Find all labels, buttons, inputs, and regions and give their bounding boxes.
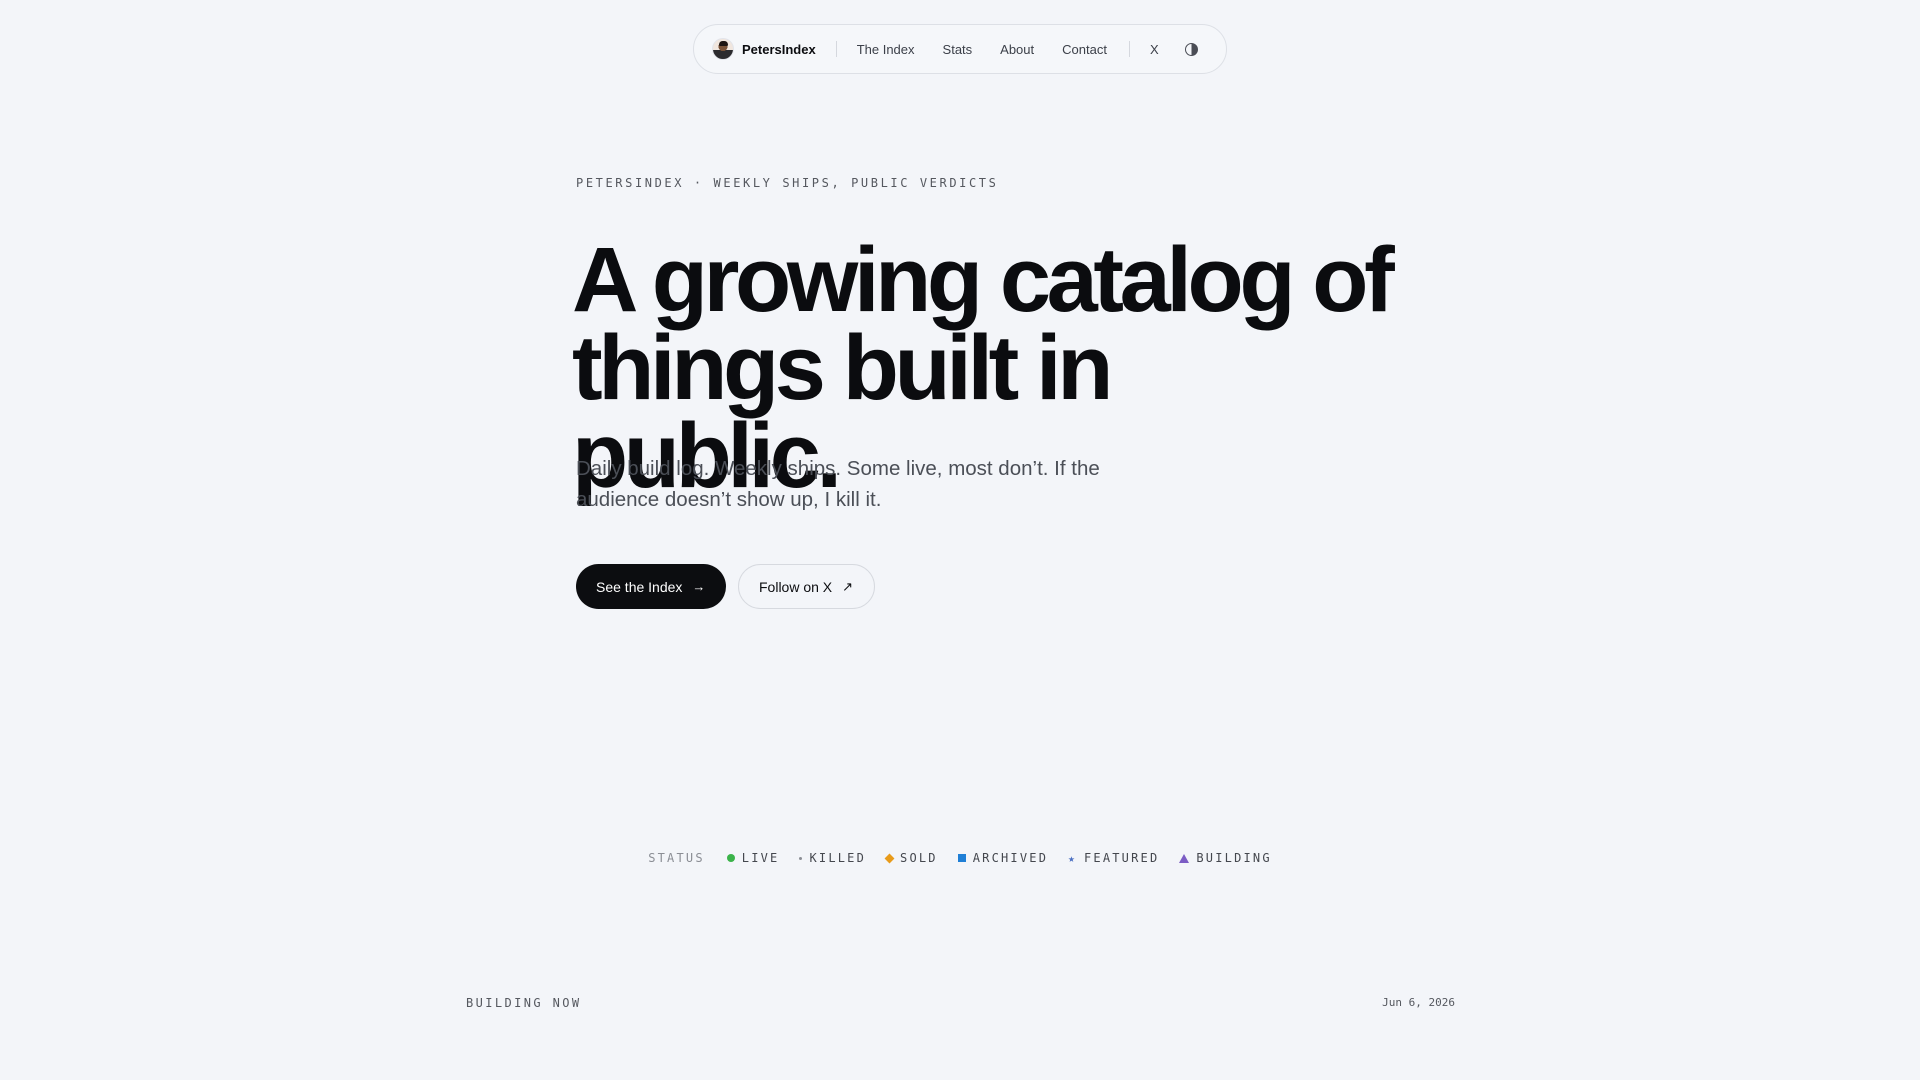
- legend-label: ARCHIVED: [972, 851, 1049, 865]
- section-label: BUILDING NOW: [466, 996, 582, 1010]
- legend-label: SOLD: [900, 851, 938, 865]
- nav-links: The Index Stats About Contact: [857, 42, 1107, 57]
- nav-link-the-index[interactable]: The Index: [857, 42, 915, 57]
- legend-label: FEATURED: [1083, 851, 1160, 865]
- green-dot-icon: [726, 854, 735, 862]
- x-link[interactable]: X: [1150, 42, 1159, 57]
- status-legend: STATUS LIVE KILLED SOLD ARCHIVED ★ FEATU…: [0, 851, 1920, 865]
- legend-item-killed: KILLED: [799, 851, 866, 865]
- diamond-icon: [884, 853, 895, 863]
- hero-description: Daily build log. Weekly ships. Some live…: [576, 457, 1100, 511]
- legend-label: BUILDING: [1196, 851, 1272, 865]
- follow-on-x-button[interactable]: Follow on X ↗: [738, 564, 875, 609]
- headline-line-1: A growing catalog of: [572, 229, 1395, 331]
- nav-link-about[interactable]: About: [1000, 42, 1034, 57]
- nav-link-stats[interactable]: Stats: [943, 42, 973, 57]
- legend-item-live: LIVE: [726, 851, 780, 865]
- top-nav: PetersIndex The Index Stats About Contac…: [693, 24, 1227, 74]
- follow-on-x-label: Follow on X: [759, 578, 833, 595]
- brand-name: PetersIndex: [742, 41, 816, 57]
- avatar: [712, 38, 734, 60]
- status-legend-title: STATUS: [648, 851, 705, 865]
- hero-eyebrow: PETERSINDEX · WEEKLY SHIPS, PUBLIC VERDI…: [576, 176, 999, 190]
- triangle-icon: [1179, 853, 1190, 863]
- legend-item-featured: ★ FEATURED: [1068, 851, 1159, 865]
- cta-row: See the Index → Follow on X ↗: [576, 564, 875, 609]
- section-date: Jun 6, 2026: [1382, 996, 1455, 1009]
- legend-item-sold: SOLD: [884, 851, 938, 865]
- legend-item-building: BUILDING: [1179, 851, 1271, 865]
- arrow-up-right-icon: ↗: [842, 578, 854, 594]
- brand-link[interactable]: PetersIndex: [712, 38, 816, 60]
- star-icon: ★: [1068, 851, 1077, 865]
- nav-divider: [835, 41, 837, 57]
- contrast-icon[interactable]: [1184, 42, 1198, 56]
- legend-item-archived: ARCHIVED: [957, 851, 1049, 865]
- arrow-right-icon: →: [692, 579, 706, 594]
- see-the-index-button[interactable]: See the Index →: [576, 564, 726, 609]
- legend-label: LIVE: [741, 851, 780, 865]
- legend-label: KILLED: [809, 851, 867, 865]
- nav-link-contact[interactable]: Contact: [1062, 42, 1107, 57]
- square-icon: [957, 854, 966, 862]
- nav-divider: [1128, 41, 1130, 57]
- small-dot-icon: [799, 856, 803, 860]
- see-the-index-label: See the Index: [596, 578, 683, 595]
